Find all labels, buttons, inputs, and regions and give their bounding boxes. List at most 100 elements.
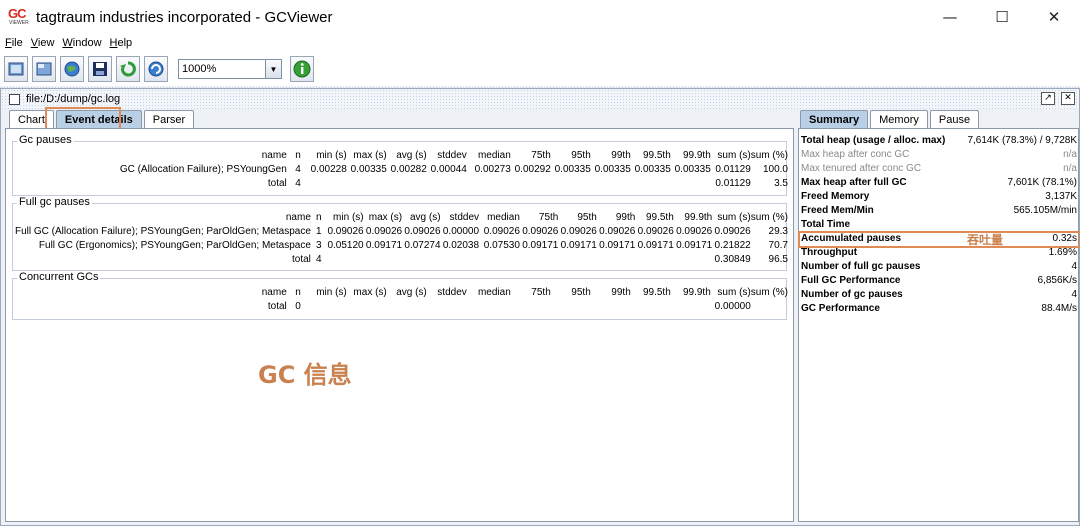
restore-frame-icon[interactable]: ↗ bbox=[1041, 92, 1055, 105]
zoom-select[interactable]: 1000% ▼ bbox=[178, 59, 282, 79]
frame-title: file:/D:/dump/gc.log bbox=[26, 93, 121, 105]
menu-view[interactable]: View bbox=[31, 37, 55, 49]
save-button[interactable] bbox=[88, 56, 112, 82]
table-cell bbox=[347, 299, 387, 313]
column-header: 75th bbox=[531, 149, 551, 161]
table-header-row: name n min (s) max (s) avg (s) stddev median 75… bbox=[15, 210, 788, 224]
column-header: 99.5th bbox=[642, 286, 671, 298]
menu-file[interactable]: File bbox=[5, 37, 23, 49]
full-gc-pauses-table: name n min (s) max (s) avg (s) stddev median 75… bbox=[15, 210, 788, 266]
column-header: avg (s) bbox=[409, 211, 441, 223]
table-cell bbox=[301, 176, 347, 190]
column-header: 75th bbox=[531, 286, 551, 298]
table-cell bbox=[631, 176, 671, 190]
column-header: median bbox=[487, 211, 520, 223]
table-cell bbox=[520, 252, 558, 266]
table-row: Full GC (Allocation Failure); PSYoungGen… bbox=[15, 224, 788, 238]
table-cell: 0.09026 bbox=[522, 225, 559, 237]
summary-row: Total heap (usage / alloc. max) 7,614K (7… bbox=[801, 133, 1077, 147]
table-cell: 0.09171 bbox=[560, 239, 597, 251]
watch-icon bbox=[148, 61, 164, 77]
table-cell: 0.00335 bbox=[674, 163, 711, 175]
table-cell bbox=[467, 299, 511, 313]
internal-frame-title-bar[interactable]: file:/D:/dump/gc.log ↗ ✕ bbox=[1, 89, 1079, 109]
globe-button[interactable] bbox=[60, 56, 84, 82]
event-details-panel: Gc pauses name n min (s) max (s) avg (s) stdd… bbox=[5, 128, 794, 522]
internal-frame: file:/D:/dump/gc.log ↗ ✕ Chart Event det… bbox=[0, 88, 1080, 526]
tab-memory[interactable]: Memory bbox=[870, 110, 928, 128]
table-cell: 0.09026 bbox=[327, 225, 364, 237]
summary-key: Max heap after full GC bbox=[801, 176, 907, 188]
table-cell: 0.00044 bbox=[430, 163, 467, 175]
table-cell bbox=[427, 299, 467, 313]
gcviewer-logo-icon: GC VIEWER bbox=[8, 6, 30, 26]
table-cell: Full GC (Allocation Failure); PSYoungGen… bbox=[15, 225, 311, 237]
column-header: sum (%) bbox=[750, 211, 788, 223]
refresh-button[interactable] bbox=[116, 56, 140, 82]
tab-summary[interactable]: Summary bbox=[800, 110, 869, 128]
column-header: sum (%) bbox=[750, 149, 788, 161]
table-cell bbox=[301, 299, 347, 313]
table-cell bbox=[387, 299, 427, 313]
menu-window[interactable]: Window bbox=[62, 37, 101, 49]
minimize-button[interactable]: — bbox=[924, 0, 976, 34]
table-cell bbox=[551, 176, 591, 190]
open-file-button[interactable] bbox=[4, 56, 28, 82]
column-header: max (s) bbox=[368, 211, 403, 223]
table-cell: 4 bbox=[315, 253, 322, 265]
table-cell bbox=[674, 252, 712, 266]
table-cell bbox=[322, 252, 364, 266]
table-row: total 4 0.30849 96.5 bbox=[15, 252, 788, 266]
summary-row: Freed Memory 3,137K bbox=[801, 189, 1077, 203]
table-cell: total bbox=[291, 253, 311, 265]
table-cell: total bbox=[267, 177, 287, 189]
table-cell: 29.3 bbox=[768, 225, 788, 237]
table-cell: 70.7 bbox=[768, 239, 788, 251]
left-pane: Chart Event details Parser Gc pauses nam… bbox=[5, 107, 794, 522]
column-header: 99th bbox=[615, 211, 636, 223]
column-header: stddev bbox=[449, 211, 480, 223]
summary-key: Freed Memory bbox=[801, 190, 870, 202]
tab-parser[interactable]: Parser bbox=[143, 110, 195, 128]
table-cell: 0.00335 bbox=[554, 163, 591, 175]
chevron-down-icon[interactable]: ▼ bbox=[265, 60, 281, 78]
concurrent-gcs-group: Concurrent GCs name n min (s) max (s) avg (s… bbox=[12, 271, 788, 320]
full-gc-pauses-title: Full gc pauses bbox=[17, 196, 92, 208]
column-header: median bbox=[477, 149, 511, 161]
table-cell bbox=[347, 176, 387, 190]
summary-row: Max heap after conc GC n/a bbox=[801, 147, 1077, 161]
summary-value: n/a bbox=[1063, 148, 1077, 160]
column-header: name bbox=[261, 149, 287, 161]
window-title: tagtraum industries incorporated - GCVie… bbox=[36, 8, 333, 26]
close-frame-icon[interactable]: ✕ bbox=[1061, 92, 1075, 105]
column-header: min (s) bbox=[316, 286, 347, 298]
table-cell: 100.0 bbox=[762, 163, 788, 175]
menu-help[interactable]: Help bbox=[110, 37, 133, 49]
table-cell: 0.00000 bbox=[442, 225, 480, 237]
column-header: 99th bbox=[611, 286, 631, 298]
summary-value: 6,856K/s bbox=[1037, 274, 1077, 286]
info-button[interactable] bbox=[290, 56, 314, 82]
column-header: 99.9th bbox=[682, 149, 711, 161]
open-url-button[interactable] bbox=[32, 56, 56, 82]
column-header: 99.9th bbox=[682, 286, 711, 298]
summary-row: Number of gc pauses 4 bbox=[801, 287, 1077, 301]
logo-subtext: VIEWER bbox=[9, 20, 29, 26]
tab-pause[interactable]: Pause bbox=[929, 110, 980, 128]
column-header: sum (%) bbox=[750, 286, 788, 298]
table-row: Full GC (Ergonomics); PSYoungGen; ParOld… bbox=[15, 238, 788, 252]
column-header: sum (s) bbox=[717, 286, 751, 298]
right-pane: Summary Memory Pause GC Performance 88.4M… bbox=[798, 110, 1080, 522]
table-cell: 0.00335 bbox=[350, 163, 387, 175]
zoom-value: 1000% bbox=[182, 63, 217, 75]
close-button[interactable]: ✕ bbox=[1028, 0, 1080, 34]
watch-button[interactable] bbox=[144, 56, 168, 82]
table-cell bbox=[511, 299, 551, 313]
open-url-icon bbox=[36, 62, 52, 76]
table-cell bbox=[551, 299, 591, 313]
maximize-button[interactable]: ☐ bbox=[976, 0, 1028, 34]
column-header: 95th bbox=[571, 149, 591, 161]
summary-value: 7,601K (78.1%) bbox=[1007, 176, 1078, 188]
summary-key: Max heap after conc GC bbox=[801, 148, 910, 160]
table-cell: 0.09171 bbox=[637, 239, 674, 251]
